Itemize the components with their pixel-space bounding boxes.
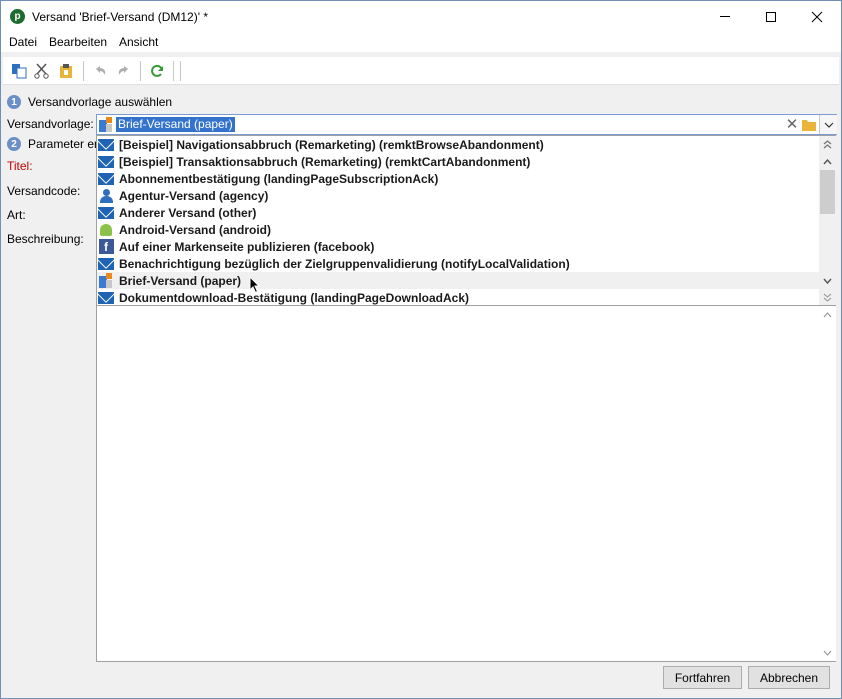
undo-button[interactable] bbox=[90, 61, 110, 81]
clipboard-icon bbox=[60, 64, 72, 78]
step-2-number: 2 bbox=[7, 137, 21, 151]
refresh-icon bbox=[151, 64, 163, 77]
redo-button[interactable] bbox=[114, 61, 134, 81]
redo-icon bbox=[118, 66, 128, 75]
paste-icon bbox=[12, 64, 27, 79]
step-2-header: 2 Parameter er bbox=[7, 137, 98, 151]
scroll-down-double-icon[interactable] bbox=[819, 289, 836, 306]
menu-bearbeiten[interactable]: Bearbeiten bbox=[49, 35, 107, 49]
list-item-label: Auf einer Markenseite publizieren (faceb… bbox=[119, 239, 375, 254]
cancel-button[interactable]: Abbrechen bbox=[748, 666, 830, 689]
list-item-label: Dokumentdownload-Bestätigung (landingPag… bbox=[119, 290, 470, 305]
close-icon bbox=[811, 11, 823, 22]
step-1-label: Versandvorlage auswählen bbox=[28, 95, 173, 109]
minimize-icon bbox=[720, 16, 730, 17]
mail-icon bbox=[98, 290, 114, 305]
mail-icon bbox=[98, 137, 114, 152]
facebook-icon: f bbox=[98, 239, 114, 254]
toolbar bbox=[1, 52, 841, 88]
toolbar-separator bbox=[173, 61, 174, 81]
cut-icon bbox=[34, 63, 49, 79]
type-label: Art: bbox=[7, 208, 26, 222]
scroll-up-icon[interactable] bbox=[819, 306, 836, 323]
toolbar-separator bbox=[180, 61, 181, 81]
template-combobox[interactable]: Brief-Versand (paper) ✕ bbox=[96, 114, 837, 135]
undo-icon bbox=[96, 66, 106, 75]
description-label: Beschreibung: bbox=[7, 232, 84, 246]
template-label: Versandvorlage: bbox=[7, 117, 94, 131]
maximize-button[interactable] bbox=[748, 1, 794, 32]
list-item-label: [Beispiel] Navigationsabbruch (Remarketi… bbox=[119, 137, 544, 152]
template-dropdown-list: [Beispiel] Navigationsabbruch (Remarketi… bbox=[96, 135, 836, 662]
scroll-up-double-icon[interactable] bbox=[819, 136, 836, 153]
list-item-label: Anderer Versand (other) bbox=[119, 205, 257, 220]
mouse-cursor-icon bbox=[249, 276, 261, 294]
mail-icon bbox=[98, 154, 114, 169]
close-button[interactable] bbox=[794, 1, 840, 32]
list-item-label: Agentur-Versand (agency) bbox=[119, 188, 269, 203]
list-scrollbar[interactable] bbox=[819, 136, 836, 306]
code-label: Versandcode: bbox=[7, 184, 81, 198]
toolbar-separator bbox=[140, 61, 141, 81]
minimize-button[interactable] bbox=[702, 1, 748, 32]
person-icon bbox=[98, 188, 114, 203]
step-2-label: Parameter er bbox=[28, 137, 99, 151]
dialog-window: p Versand 'Brief-Versand (DM12)' * Datei… bbox=[0, 0, 842, 699]
list-item[interactable]: [Beispiel] Navigationsabbruch (Remarketi… bbox=[97, 136, 819, 153]
clipboard-button[interactable] bbox=[56, 61, 76, 81]
step-1-number: 1 bbox=[7, 95, 21, 109]
mail-icon bbox=[98, 171, 114, 186]
scroll-down-icon[interactable] bbox=[819, 644, 836, 661]
mail-icon bbox=[98, 256, 114, 271]
scroll-down-icon[interactable] bbox=[819, 272, 836, 289]
list-item[interactable]: Android-Versand (android) bbox=[97, 221, 819, 238]
menu-ansicht[interactable]: Ansicht bbox=[119, 35, 158, 49]
list-item[interactable]: Anderer Versand (other) bbox=[97, 204, 819, 221]
scroll-up-icon[interactable] bbox=[819, 153, 836, 170]
list-item[interactable]: [Beispiel] Transaktionsabbruch (Remarket… bbox=[97, 153, 819, 170]
paper-icon bbox=[99, 117, 115, 133]
list-item-label: Android-Versand (android) bbox=[119, 222, 272, 237]
paper-icon bbox=[98, 273, 114, 288]
dropdown-toggle-button[interactable] bbox=[819, 115, 837, 134]
app-icon: p bbox=[10, 9, 25, 24]
clear-icon[interactable]: ✕ bbox=[785, 117, 799, 133]
android-icon bbox=[98, 222, 114, 237]
menu-datei[interactable]: Datei bbox=[9, 35, 37, 49]
list-item-label: Brief-Versand (paper) bbox=[119, 273, 242, 288]
list-item-hovered[interactable]: Brief-Versand (paper) bbox=[97, 272, 819, 289]
template-combobox-value[interactable]: Brief-Versand (paper) bbox=[116, 117, 235, 132]
list-item[interactable]: f Auf einer Markenseite publizieren (fac… bbox=[97, 238, 819, 255]
list-item-label: Benachrichtigung bezüglich der Zielgrupp… bbox=[119, 256, 570, 271]
title-label: Titel: bbox=[7, 159, 33, 173]
toolbar-separator bbox=[83, 61, 84, 81]
paste-button[interactable] bbox=[9, 61, 29, 81]
step-1-header: 1 Versandvorlage auswählen bbox=[7, 95, 172, 109]
scrollbar-thumb[interactable] bbox=[820, 170, 835, 214]
menu-bar: Datei Bearbeiten Ansicht bbox=[1, 32, 841, 52]
cut-button[interactable] bbox=[32, 61, 52, 81]
list-item[interactable]: Agentur-Versand (agency) bbox=[97, 187, 819, 204]
folder-icon[interactable] bbox=[802, 118, 816, 131]
list-item[interactable]: Dokumentdownload-Bestätigung (landingPag… bbox=[97, 289, 819, 306]
toolbar-strip bbox=[3, 57, 839, 85]
list-item[interactable]: Benachrichtigung bezüglich der Zielgrupp… bbox=[97, 255, 819, 272]
continue-button[interactable]: Fortfahren bbox=[663, 666, 742, 689]
maximize-icon bbox=[766, 11, 776, 22]
chevron-down-icon bbox=[824, 122, 833, 128]
template-options: [Beispiel] Navigationsabbruch (Remarketi… bbox=[97, 136, 819, 306]
list-item-label: [Beispiel] Transaktionsabbruch (Remarket… bbox=[119, 154, 531, 169]
facebook-glyph: f bbox=[98, 239, 114, 254]
list-item[interactable]: Abonnementbestätigung (landingPageSubscr… bbox=[97, 170, 819, 187]
refresh-button[interactable] bbox=[147, 61, 167, 81]
title-bar: p Versand 'Brief-Versand (DM12)' * bbox=[1, 1, 841, 32]
list-item-label: Abonnementbestätigung (landingPageSubscr… bbox=[119, 171, 439, 186]
mail-icon bbox=[98, 205, 114, 220]
window-title: Versand 'Brief-Versand (DM12)' * bbox=[32, 10, 208, 24]
panel-scrollbar[interactable] bbox=[819, 306, 836, 661]
